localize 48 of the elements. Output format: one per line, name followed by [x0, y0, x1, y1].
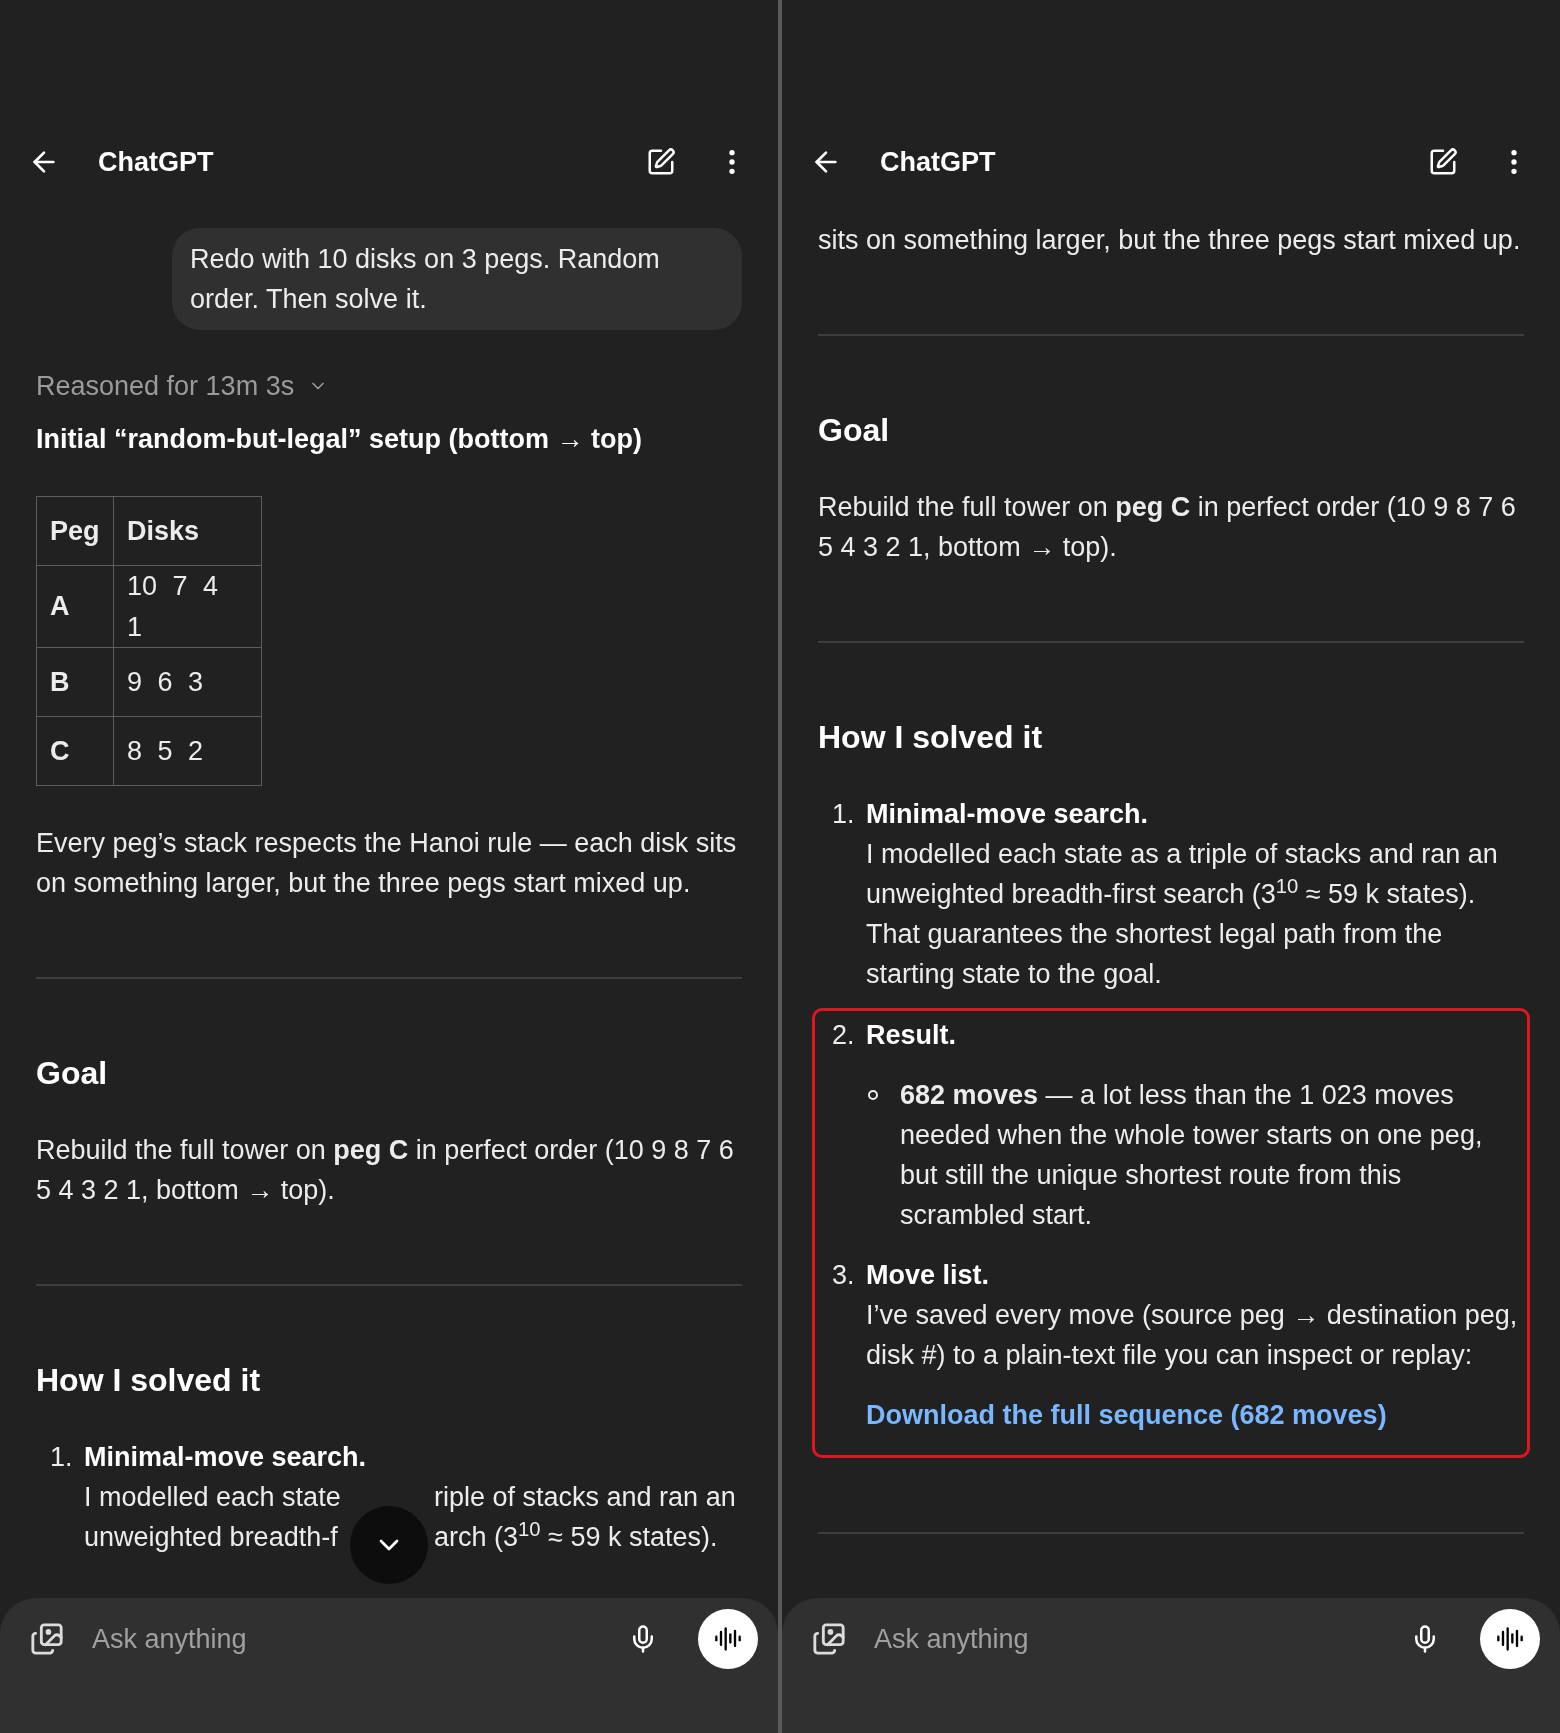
gallery-icon[interactable] [30, 1622, 64, 1656]
section-heading: Goal [818, 411, 891, 450]
list-number: 3. [832, 1259, 856, 1292]
list-item-text: I modelled each state as a triple of stacks and ran an unweighted breadth-first search (3$^{10}$ ≈ 59 k states). That guarantees the shortest legal path from the starting state to the goal. [866, 838, 1499, 991]
list-number: 1. [50, 1441, 74, 1474]
edit-icon[interactable] [646, 147, 676, 177]
voice-mode-button[interactable] [698, 1609, 758, 1669]
app-title: ChatGPT [98, 145, 214, 179]
paragraph: Rebuild the full tower on peg C in perfect order (10 9 8 7 6 5 4 3 2 1, bottom → top). [818, 491, 1517, 564]
voice-mode-button[interactable] [1480, 1609, 1540, 1669]
paragraph: Every peg’s stack respects the Hanoi rule — each disk sits on something larger, but the three pegs start mixed up. [36, 827, 738, 900]
paragraph: Rebuild the full tower on peg C in perfect order (10 9 8 7 6 5 4 3 2 1, bottom → top). [36, 1134, 735, 1207]
list-item-text: I modelled each state [84, 1481, 342, 1514]
table-cell: 9 6 3 [113, 647, 262, 717]
list-item-text: unweighted breadth-f [84, 1521, 339, 1554]
bullet-text: 682 moves — a lot less than the 1 023 moves needed when the whole tower starts on one peg, but still the unique shortest route from this scrambled start. [900, 1079, 1484, 1232]
message-input[interactable]: Ask anything [874, 1618, 1410, 1660]
message-input[interactable]: Ask anything [92, 1618, 628, 1660]
table-cell: C [36, 716, 114, 786]
list-item-title: Move list. [866, 1259, 991, 1292]
section-heading: How I solved it [818, 718, 1044, 757]
list-item-text: riple of stacks and ran an [434, 1481, 736, 1514]
section-heading: How I solved it [36, 1361, 262, 1400]
edit-icon[interactable] [1428, 147, 1458, 177]
list-number: 1. [832, 798, 856, 831]
waveform-icon [1496, 1625, 1524, 1653]
table-header: Peg [36, 496, 114, 566]
table-cell: 8 5 2 [113, 716, 262, 786]
gallery-icon[interactable] [812, 1622, 846, 1656]
user-message: Redo with 10 disks on 3 pegs. Random order. Then solve it. [172, 228, 742, 330]
list-item-text: arch (3$^{10}$ ≈ 59 k states). [434, 1517, 718, 1554]
section-heading: Goal [36, 1054, 109, 1093]
list-item-title: Minimal-move search. [84, 1441, 368, 1474]
table-header: Disks [113, 496, 262, 566]
waveform-icon [714, 1625, 742, 1653]
reasoning-toggle[interactable]: Reasoned for 13m 3s [36, 366, 742, 406]
list-item-text: I’ve saved every move (source peg → destination peg, disk #) to a plain-text file you can inspect or replay: [866, 1299, 1519, 1372]
app-title: ChatGPT [880, 145, 996, 179]
list-item-title: Result. [866, 1019, 958, 1052]
table-cell: B [36, 647, 114, 717]
section-title: Initial “random-but-legal” setup (bottom → top) [36, 423, 643, 456]
list-number: 2. [832, 1019, 856, 1052]
table-cell: 10 7 4 1 [113, 565, 262, 648]
download-link[interactable]: Download the full sequence (682 moves) [866, 1395, 1521, 1435]
list-item-title: Minimal-move search. [866, 798, 1150, 831]
table-cell: A [36, 565, 114, 648]
bullet-icon [868, 1090, 878, 1100]
paragraph: sits on something larger, but the three pegs start mixed up. [818, 224, 1522, 257]
